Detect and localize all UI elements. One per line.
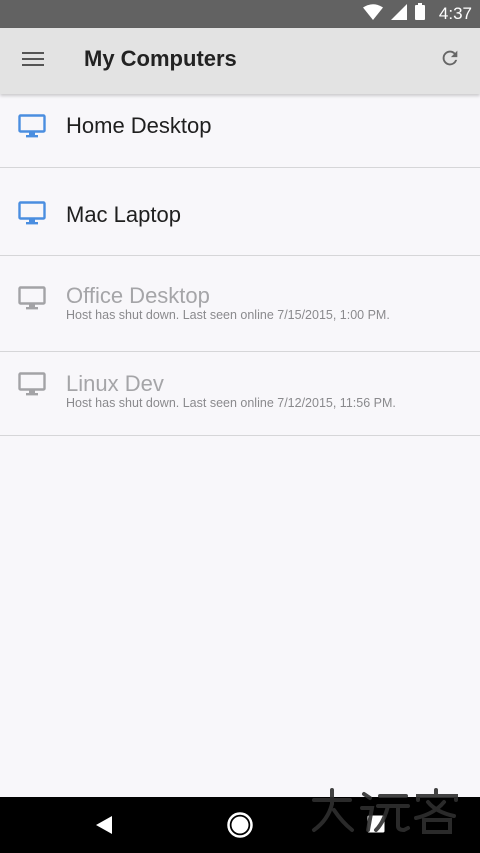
wifi-icon xyxy=(362,3,383,25)
computer-status-text: Host has shut down. Last seen online 7/1… xyxy=(66,308,390,322)
monitor-icon xyxy=(18,201,46,230)
battery-icon xyxy=(414,3,425,25)
computer-name: Office Desktop xyxy=(66,283,210,308)
computer-list: Home Desktop Mac Laptop Office Desktop H… xyxy=(0,94,480,436)
computer-name: Linux Dev xyxy=(66,371,164,396)
computer-item-office-desktop[interactable]: Office Desktop Host has shut down. Last … xyxy=(0,256,480,352)
computer-item-home-desktop[interactable]: Home Desktop xyxy=(0,94,480,168)
computer-name: Mac Laptop xyxy=(66,202,181,227)
monitor-icon xyxy=(18,286,46,315)
watermark-logo xyxy=(312,788,458,834)
refresh-icon xyxy=(439,47,461,74)
monitor-icon xyxy=(18,114,46,143)
computer-status-text: Host has shut down. Last seen online 7/1… xyxy=(66,396,396,410)
page-title: My Computers xyxy=(84,46,237,71)
refresh-button[interactable] xyxy=(432,42,468,78)
status-time: 4:37 xyxy=(438,4,472,23)
app-bar: My Computers xyxy=(0,28,480,94)
computer-item-mac-laptop[interactable]: Mac Laptop xyxy=(0,168,480,256)
status-icons: 4:37 xyxy=(362,0,472,28)
monitor-icon xyxy=(18,372,46,401)
computer-item-linux-dev[interactable]: Linux Dev Host has shut down. Last seen … xyxy=(0,352,480,436)
menu-button[interactable] xyxy=(14,44,52,78)
hamburger-menu-icon xyxy=(22,51,44,72)
watermark xyxy=(310,786,460,843)
signal-icon xyxy=(390,3,407,25)
computer-name: Home Desktop xyxy=(66,113,212,138)
status-bar: 4:37 xyxy=(0,0,480,28)
back-icon[interactable] xyxy=(94,814,114,841)
home-icon[interactable] xyxy=(226,811,254,844)
